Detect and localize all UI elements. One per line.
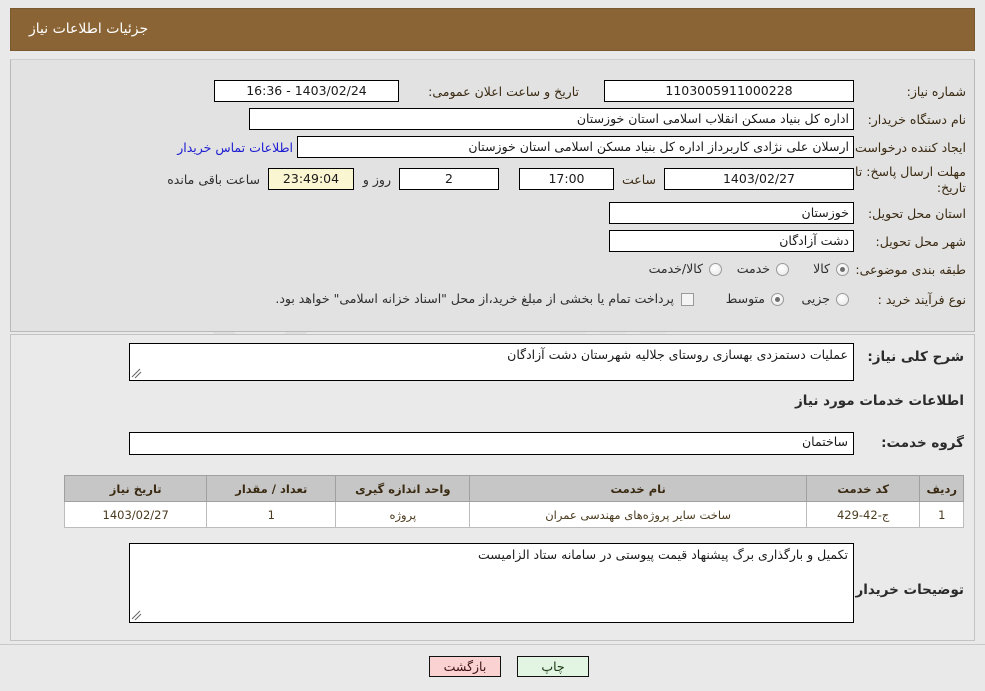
city-value: دشت آزادگان (609, 230, 854, 252)
table-header-row: ردیف کد خدمت نام خدمت واحد اندازه گیری ت… (63, 475, 964, 502)
remaining-suffix-label: ساعت باقی مانده (167, 172, 260, 187)
services-table: ردیف کد خدمت نام خدمت واحد اندازه گیری ت… (63, 475, 964, 528)
buyer-notes-label: توضیحات خریدار: (850, 582, 964, 598)
hour-label: ساعت (621, 172, 656, 187)
radio-label-jozei[interactable]: جزیی (801, 291, 830, 307)
radio-process-motevaset[interactable] (771, 293, 784, 306)
cell-index: 1 (919, 501, 964, 528)
process-label: نوع فرآیند خرید : (877, 292, 966, 307)
th-name: نام خدمت (469, 475, 807, 502)
buyer-notes-value[interactable]: تکمیل و بارگذاری برگ پیشنهاد قیمت پیوستی… (129, 543, 854, 623)
buyer-contact-link[interactable]: اطلاعات تماس خریدار (177, 137, 293, 159)
need-number-value: 1103005911000228 (604, 80, 854, 102)
province-label: استان محل تحویل: (867, 206, 966, 221)
category-label: طبقه بندی موضوعی: (855, 262, 966, 277)
requester-value: ارسلان علی نژادی کاربرداز اداره کل بنیاد… (297, 136, 854, 158)
radio-label-kala-khedmat[interactable]: کالا/خدمت (649, 261, 703, 277)
buyer-org-label: نام دستگاه خریدار: (867, 112, 966, 127)
radio-label-kala[interactable]: کالا (813, 261, 830, 277)
deadline-date-value: 1403/02/27 (664, 168, 854, 190)
services-heading: اطلاعات خدمات مورد نیاز (794, 393, 964, 409)
back-button[interactable]: بازگشت (429, 656, 501, 677)
remaining-clock-value: 23:49:04 (268, 168, 354, 190)
th-qty: تعداد / مقدار (206, 475, 337, 502)
need-number-label: شماره نیاز: (906, 84, 966, 99)
print-button[interactable]: چاپ (517, 656, 589, 677)
service-group-label: گروه خدمت: (881, 435, 964, 451)
th-index: ردیف (919, 475, 964, 502)
page-header: جزئیات اطلاعات نیاز (10, 8, 975, 51)
service-group-value[interactable]: ساختمان (129, 432, 854, 455)
days-and-label: روز و (362, 172, 391, 187)
page-root: AriaTender.net جزئیات اطلاعات نیاز شماره… (0, 0, 985, 691)
remaining-days-value: 2 (399, 168, 499, 190)
cell-qty: 1 (206, 501, 337, 528)
radio-label-motevaset[interactable]: متوسط (726, 291, 765, 307)
buyer-org-value: اداره کل بنیاد مسکن انقلاب اسلامی استان … (249, 108, 854, 130)
deadline-time-value: 17:00 (519, 168, 614, 190)
treasury-note-label: پرداخت تمام یا بخشی از مبلغ خرید،از محل … (275, 291, 674, 306)
need-info-panel: شماره نیاز: 1103005911000228 تاریخ و ساع… (10, 59, 975, 332)
province-value: خوزستان (609, 202, 854, 224)
radio-process-jozei[interactable] (836, 293, 849, 306)
requester-label: ایجاد کننده درخواست: (850, 140, 966, 155)
action-bar: چاپ بازگشت (0, 644, 985, 688)
cell-code: ج-42-429 (805, 501, 921, 528)
city-label: شهر محل تحویل: (875, 234, 966, 249)
details-section: شرح کلی نیاز: عملیات دستمزدی بهسازی روست… (10, 334, 975, 641)
radio-label-khedmat[interactable]: خدمت (737, 261, 770, 277)
th-code: کد خدمت (805, 475, 921, 502)
summary-value[interactable]: عملیات دستمزدی بهسازی روستای جلالیه شهرس… (129, 343, 854, 381)
cell-name: ساخت سایر پروژه‌های مهندسی عمران (469, 501, 807, 528)
cell-unit: پروژه (335, 501, 471, 528)
treasury-checkbox[interactable] (681, 293, 694, 306)
bottom-divider (0, 644, 985, 645)
th-date: تاریخ نیاز (63, 475, 208, 502)
cell-date: 1403/02/27 (63, 501, 208, 528)
table-row[interactable]: 1 ج-42-429 ساخت سایر پروژه‌های مهندسی عم… (63, 501, 964, 528)
radio-category-khedmat[interactable] (776, 263, 789, 276)
radio-category-kala[interactable] (836, 263, 849, 276)
deadline-label-line2: تاریخ: (936, 180, 966, 195)
announce-label: تاریخ و ساعت اعلان عمومی: (428, 84, 579, 99)
page-title: جزئیات اطلاعات نیاز (29, 21, 149, 37)
radio-category-kala-khedmat[interactable] (709, 263, 722, 276)
announce-value: 1403/02/24 - 16:36 (214, 80, 399, 102)
summary-label: شرح کلی نیاز: (867, 349, 964, 365)
th-unit: واحد اندازه گیری (335, 475, 471, 502)
